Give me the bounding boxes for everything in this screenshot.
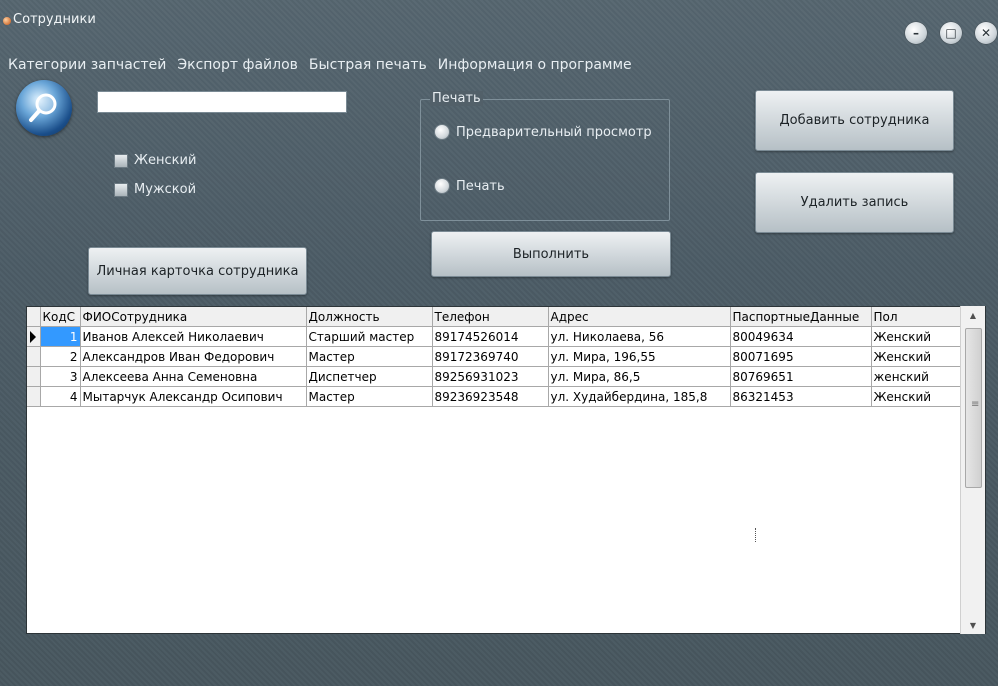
column-header[interactable]: КодС (40, 307, 81, 327)
close-button[interactable]: ✕ (975, 22, 997, 44)
maximize-icon: □ (945, 26, 957, 40)
table-cell[interactable]: ул. Худайбердина, 185,8 (548, 386, 731, 407)
table-row[interactable]: 2 Александров Иван Федорович Мастер 8917… (27, 346, 961, 367)
table-cell[interactable]: 86321453 (730, 386, 872, 407)
table-cell[interactable]: 89172369740 (432, 346, 549, 367)
table-cell[interactable]: Женский (871, 346, 961, 367)
employees-grid[interactable]: КодС ФИОСотрудника Должность Телефон Адр… (26, 306, 986, 634)
table-cell[interactable]: ул. Мира, 86,5 (548, 366, 731, 387)
radio-print-dot[interactable] (434, 178, 450, 194)
menu-item-quick-print[interactable]: Быстрая печать (309, 57, 427, 73)
row-indicator[interactable] (27, 326, 41, 347)
title-bar: Сотрудники – □ ✕ (0, 0, 998, 44)
row-indicator[interactable] (27, 366, 41, 387)
radio-preview[interactable]: Предварительный просмотр (434, 124, 652, 140)
delete-record-button[interactable]: Удалить запись (755, 172, 954, 233)
column-header[interactable]: ФИОСотрудника (80, 307, 307, 327)
employees-table: КодС ФИОСотрудника Должность Телефон Адр… (27, 307, 961, 407)
table-cell[interactable]: 80769651 (730, 366, 872, 387)
minimize-button[interactable]: – (905, 22, 927, 44)
table-cell[interactable]: Иванов Алексей Николаевич (80, 326, 307, 347)
column-header[interactable]: Телефон (432, 307, 549, 327)
checkbox-female-box[interactable] (114, 153, 128, 168)
magnifier-glyph (29, 93, 57, 122)
checkbox-male-label: Мужской (134, 182, 197, 197)
scroll-thumb[interactable]: ≡ (965, 328, 982, 488)
table-cell[interactable]: Диспетчер (306, 366, 433, 387)
checkbox-male[interactable]: Мужской (114, 182, 196, 197)
radio-preview-label: Предварительный просмотр (456, 124, 652, 140)
magnifier-icon[interactable] (16, 80, 72, 136)
checkbox-male-box[interactable] (114, 182, 128, 197)
text-cursor-mark (755, 528, 757, 542)
column-header[interactable]: Пол (871, 307, 961, 327)
row-header-corner (27, 307, 41, 327)
scroll-up-icon[interactable]: ▲ (961, 306, 985, 324)
execute-button[interactable]: Выполнить (431, 231, 671, 277)
table-cell[interactable]: ул. Николаева, 56 (548, 326, 731, 347)
vertical-scrollbar[interactable]: ▲ ≡ ▼ (960, 306, 985, 634)
menu-item-export[interactable]: Экспорт файлов (177, 57, 298, 73)
print-group-legend: Печать (430, 91, 483, 106)
radio-print[interactable]: Печать (434, 178, 505, 194)
table-cell[interactable]: Старший мастер (306, 326, 433, 347)
print-groupbox (420, 99, 670, 221)
table-cell[interactable]: Александров Иван Федорович (80, 346, 307, 367)
table-cell[interactable]: 1 (40, 326, 81, 347)
menu-item-about[interactable]: Информация о программе (438, 57, 632, 73)
row-indicator[interactable] (27, 346, 41, 367)
table-cell[interactable]: Мытарчук Александр Осипович (80, 386, 307, 407)
table-cell[interactable]: Женский (871, 386, 961, 407)
current-row-arrow-icon (30, 331, 36, 343)
radio-print-label: Печать (456, 178, 505, 194)
column-header[interactable]: Должность (306, 307, 433, 327)
table-cell[interactable]: 80071695 (730, 346, 872, 367)
table-header-row: КодС ФИОСотрудника Должность Телефон Адр… (27, 307, 961, 327)
table-cell[interactable]: 89236923548 (432, 386, 549, 407)
table-cell[interactable]: Женский (871, 326, 961, 347)
minimize-icon: – (913, 26, 919, 40)
table-cell[interactable]: Алексеева Анна Семеновна (80, 366, 307, 387)
table-cell[interactable]: ул. Мира, 196,55 (548, 346, 731, 367)
column-header[interactable]: ПаспортныеДанные (730, 307, 872, 327)
table-row[interactable]: 1 Иванов Алексей Николаевич Старший маст… (27, 326, 961, 347)
scroll-down-icon[interactable]: ▼ (961, 616, 985, 634)
table-row[interactable]: 3 Алексеева Анна Семеновна Диспетчер 892… (27, 366, 961, 387)
table-cell[interactable]: 2 (40, 346, 81, 367)
scroll-grip-icon: ≡ (971, 399, 980, 410)
table-cell[interactable]: Мастер (306, 386, 433, 407)
column-header[interactable]: Адрес (548, 307, 731, 327)
add-employee-button[interactable]: Добавить сотрудника (755, 90, 954, 151)
table-row[interactable]: 4 Мытарчук Александр Осипович Мастер 892… (27, 386, 961, 407)
menu-bar: Категории запчастей Экспорт файлов Быстр… (8, 57, 643, 73)
table-cell[interactable]: женский (871, 366, 961, 387)
search-input[interactable] (97, 91, 347, 113)
table-cell[interactable]: Мастер (306, 346, 433, 367)
radio-preview-dot[interactable] (434, 124, 450, 140)
menu-item-spare-parts[interactable]: Категории запчастей (8, 57, 166, 73)
row-indicator[interactable] (27, 386, 41, 407)
close-icon: ✕ (980, 26, 992, 40)
checkbox-female[interactable]: Женский (114, 153, 196, 168)
table-cell[interactable]: 3 (40, 366, 81, 387)
maximize-button[interactable]: □ (940, 22, 962, 44)
checkbox-female-label: Женский (134, 153, 197, 168)
table-cell[interactable]: 4 (40, 386, 81, 407)
table-cell[interactable]: 80049634 (730, 326, 872, 347)
table-cell[interactable]: 89174526014 (432, 326, 549, 347)
personal-card-button[interactable]: Личная карточка сотрудника (88, 247, 307, 295)
app-icon (3, 17, 11, 25)
window-title: Сотрудники (13, 12, 96, 27)
table-cell[interactable]: 89256931023 (432, 366, 549, 387)
